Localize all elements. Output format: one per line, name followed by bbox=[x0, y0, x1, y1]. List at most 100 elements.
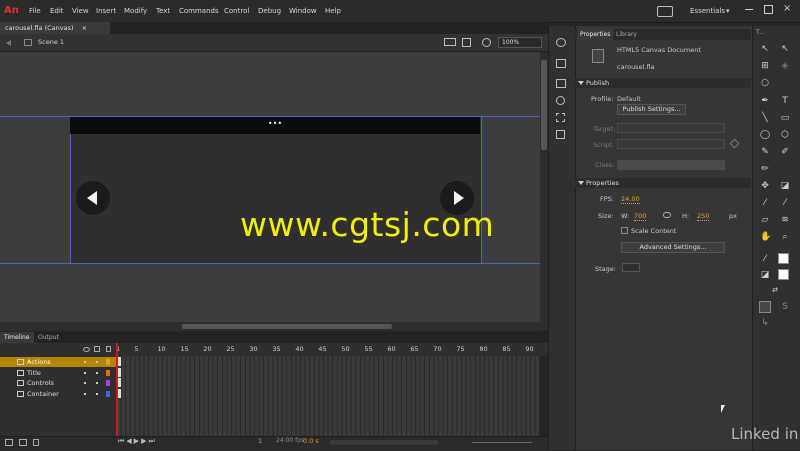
new-folder-icon[interactable] bbox=[19, 439, 27, 446]
transform-icon[interactable] bbox=[556, 113, 565, 122]
new-layer-icon[interactable] bbox=[5, 439, 13, 446]
width-tool-icon[interactable]: ≋ bbox=[780, 215, 790, 225]
smooth-icon[interactable]: S bbox=[780, 302, 790, 312]
menu-commands[interactable]: Commands bbox=[179, 0, 219, 22]
clapper-icon[interactable] bbox=[444, 38, 456, 46]
prev-button[interactable] bbox=[76, 181, 110, 215]
menu-insert[interactable]: Insert bbox=[96, 0, 116, 22]
class-field[interactable] bbox=[617, 160, 725, 170]
stage-color-swatch[interactable] bbox=[622, 263, 640, 272]
snap-to-objects-icon[interactable] bbox=[759, 301, 771, 313]
straighten-icon[interactable]: ↳ bbox=[760, 318, 770, 328]
zoom-select[interactable]: 100% bbox=[498, 37, 542, 48]
playback-controls[interactable]: ⏮◀▶▶⏭ bbox=[118, 437, 157, 446]
width-value[interactable]: 700 bbox=[634, 212, 647, 221]
layer-row-title[interactable]: Title bbox=[0, 368, 116, 378]
eye-icon[interactable] bbox=[83, 347, 90, 352]
scale-content-checkbox[interactable] bbox=[621, 227, 628, 234]
free-transform-tool-icon[interactable]: ⊞ bbox=[760, 61, 770, 71]
layer-row-container[interactable]: Container bbox=[0, 389, 116, 399]
library-icon[interactable] bbox=[556, 79, 566, 88]
zoom-tool-icon[interactable]: ⌕ bbox=[780, 232, 790, 242]
advanced-settings-button[interactable]: Advanced Settings... bbox=[621, 242, 725, 253]
collapse-arrow-icon[interactable] bbox=[578, 81, 584, 85]
align-icon[interactable] bbox=[556, 130, 565, 139]
fps-value[interactable]: 24.00 bbox=[621, 195, 640, 204]
tab-properties[interactable]: Properties bbox=[577, 29, 614, 40]
lock-dot[interactable] bbox=[96, 392, 98, 395]
maximize-icon[interactable] bbox=[764, 5, 773, 14]
outline-icon[interactable] bbox=[106, 346, 111, 352]
bone-tool-icon[interactable]: ✥ bbox=[760, 181, 770, 191]
script-select[interactable] bbox=[617, 139, 725, 149]
swap-colors-icon[interactable]: ⇄ bbox=[770, 285, 780, 295]
workspace-switcher[interactable]: Essentials bbox=[690, 0, 725, 22]
menu-view[interactable]: View bbox=[72, 0, 89, 22]
fill-swatch[interactable] bbox=[778, 269, 789, 280]
timeline-scroll[interactable] bbox=[330, 440, 438, 445]
oval-tool-icon[interactable]: ◯ bbox=[760, 130, 770, 140]
document-tab[interactable]: carousel.fla (Canvas) × bbox=[0, 22, 110, 34]
menu-edit[interactable]: Edit bbox=[50, 0, 64, 22]
pencil-tool-icon[interactable]: ✎ bbox=[760, 147, 770, 157]
layer-color-swatch[interactable] bbox=[106, 380, 110, 386]
layer-color-swatch[interactable] bbox=[106, 369, 110, 376]
swatches-icon[interactable] bbox=[556, 59, 566, 68]
collapse-arrow-icon[interactable] bbox=[578, 181, 584, 185]
link-icon[interactable] bbox=[663, 212, 671, 218]
rectangle-tool-icon[interactable]: ▭ bbox=[780, 113, 790, 123]
eyedropper-tool-icon[interactable]: ⁄ bbox=[760, 198, 770, 208]
3d-rotation-tool-icon[interactable]: ◈ bbox=[780, 61, 790, 71]
tab-library[interactable]: Library bbox=[613, 29, 640, 40]
properties-section-header[interactable]: Properties bbox=[575, 178, 751, 188]
layer-row-actions[interactable]: Actions bbox=[0, 357, 116, 367]
color-wheel-icon[interactable] bbox=[556, 38, 566, 47]
minimize-icon[interactable] bbox=[745, 9, 753, 10]
visibility-dot[interactable] bbox=[84, 361, 86, 363]
eraser-tool-icon[interactable]: ▱ bbox=[760, 215, 770, 225]
visibility-dot[interactable] bbox=[84, 371, 86, 374]
delete-layer-icon[interactable] bbox=[33, 439, 39, 446]
layer-row-controls[interactable]: Controls bbox=[0, 378, 116, 388]
info-icon[interactable] bbox=[556, 96, 565, 105]
tab-output[interactable]: Output bbox=[34, 332, 63, 343]
tab-timeline[interactable]: Timeline bbox=[0, 332, 34, 343]
selection-tool-icon[interactable]: ↖ bbox=[760, 44, 770, 54]
ink-bottle-tool-icon[interactable]: ⁄ bbox=[780, 198, 790, 208]
lock-dot[interactable] bbox=[96, 382, 98, 384]
lasso-tool-icon[interactable]: ○ bbox=[760, 78, 770, 88]
publish-section-header[interactable]: Publish bbox=[575, 78, 751, 88]
menu-help[interactable]: Help bbox=[325, 0, 341, 22]
back-arrow-icon[interactable] bbox=[6, 40, 11, 46]
polystar-tool-icon[interactable]: ⬡ bbox=[780, 130, 790, 140]
target-select[interactable] bbox=[617, 123, 725, 133]
visibility-dot[interactable] bbox=[84, 392, 86, 395]
menu-modify[interactable]: Modify bbox=[124, 0, 147, 22]
pen-tool-icon[interactable]: ✒ bbox=[760, 96, 770, 106]
visibility-dot[interactable] bbox=[84, 382, 86, 384]
stroke-color-icon[interactable]: ⁄ bbox=[760, 254, 770, 264]
subselection-tool-icon[interactable]: ↖ bbox=[780, 44, 790, 54]
playhead[interactable] bbox=[116, 343, 118, 436]
menu-text[interactable]: Text bbox=[156, 0, 170, 22]
frame-grid[interactable] bbox=[116, 356, 540, 436]
stroke-swatch[interactable] bbox=[778, 253, 789, 264]
vertical-scroll-thumb[interactable] bbox=[541, 60, 547, 150]
menu-control[interactable]: Control bbox=[224, 0, 249, 22]
publish-settings-button[interactable]: Publish Settings... bbox=[617, 104, 686, 115]
hand-tool-icon[interactable]: ✋ bbox=[760, 232, 771, 242]
close-tab-icon[interactable]: × bbox=[82, 24, 87, 32]
edit-symbols-icon[interactable] bbox=[462, 38, 471, 47]
paint-brush-tool-icon[interactable]: ✏ bbox=[760, 164, 770, 174]
brush-tool-icon[interactable]: ✐ bbox=[780, 147, 790, 157]
menu-debug[interactable]: Debug bbox=[258, 0, 281, 22]
layer-color-swatch[interactable] bbox=[106, 359, 110, 365]
close-window-icon[interactable]: × bbox=[783, 3, 791, 14]
workspace-chevron-icon[interactable]: ▾ bbox=[726, 0, 730, 22]
lock-dot[interactable] bbox=[96, 371, 98, 374]
frame-size-slider[interactable] bbox=[472, 442, 532, 443]
lock-dot[interactable] bbox=[96, 361, 98, 363]
horizontal-scroll-thumb[interactable] bbox=[182, 324, 392, 329]
menu-window[interactable]: Window bbox=[289, 0, 317, 22]
lock-icon[interactable] bbox=[94, 346, 100, 352]
